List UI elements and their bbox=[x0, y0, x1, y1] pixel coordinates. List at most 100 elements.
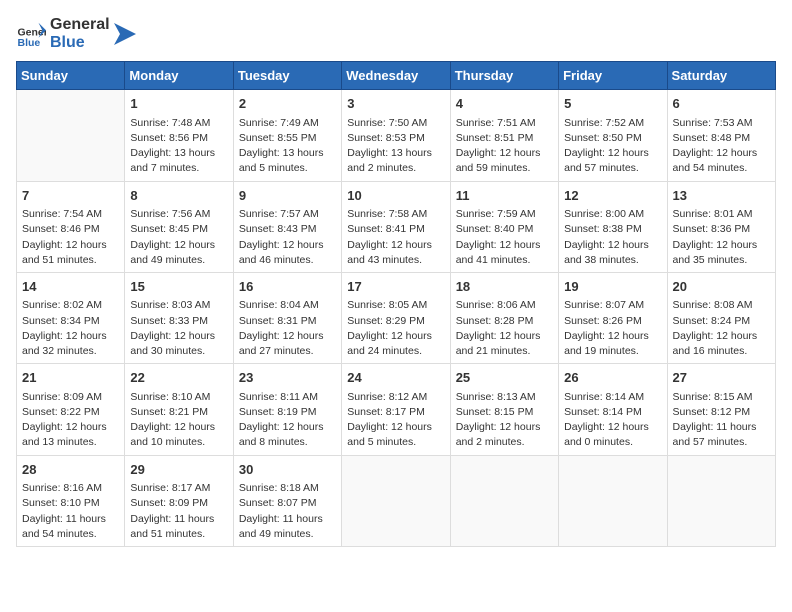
weekday-header: Thursday bbox=[450, 62, 558, 90]
weekday-header: Friday bbox=[559, 62, 667, 90]
cell-sun-info: Sunrise: 7:59 AMSunset: 8:40 PMDaylight:… bbox=[456, 207, 553, 268]
day-number: 29 bbox=[130, 460, 227, 480]
calendar-cell: 10Sunrise: 7:58 AMSunset: 8:41 PMDayligh… bbox=[342, 181, 450, 272]
day-number: 13 bbox=[673, 186, 770, 206]
day-number: 5 bbox=[564, 94, 661, 114]
day-number: 7 bbox=[22, 186, 119, 206]
day-number: 10 bbox=[347, 186, 444, 206]
day-number: 18 bbox=[456, 277, 553, 297]
day-number: 25 bbox=[456, 368, 553, 388]
day-number: 14 bbox=[22, 277, 119, 297]
calendar-cell: 16Sunrise: 8:04 AMSunset: 8:31 PMDayligh… bbox=[233, 272, 341, 363]
weekday-header-row: SundayMondayTuesdayWednesdayThursdayFrid… bbox=[17, 62, 776, 90]
calendar-cell bbox=[559, 455, 667, 546]
cell-sun-info: Sunrise: 8:03 AMSunset: 8:33 PMDaylight:… bbox=[130, 298, 227, 359]
day-number: 16 bbox=[239, 277, 336, 297]
day-number: 2 bbox=[239, 94, 336, 114]
calendar-cell: 2Sunrise: 7:49 AMSunset: 8:55 PMDaylight… bbox=[233, 90, 341, 181]
cell-sun-info: Sunrise: 8:18 AMSunset: 8:07 PMDaylight:… bbox=[239, 481, 336, 542]
calendar-cell: 25Sunrise: 8:13 AMSunset: 8:15 PMDayligh… bbox=[450, 364, 558, 455]
calendar-cell: 9Sunrise: 7:57 AMSunset: 8:43 PMDaylight… bbox=[233, 181, 341, 272]
day-number: 20 bbox=[673, 277, 770, 297]
day-number: 8 bbox=[130, 186, 227, 206]
calendar-cell: 7Sunrise: 7:54 AMSunset: 8:46 PMDaylight… bbox=[17, 181, 125, 272]
logo-general-text: General bbox=[50, 16, 110, 34]
cell-sun-info: Sunrise: 8:04 AMSunset: 8:31 PMDaylight:… bbox=[239, 298, 336, 359]
calendar-week-row: 1Sunrise: 7:48 AMSunset: 8:56 PMDaylight… bbox=[17, 90, 776, 181]
calendar-cell: 13Sunrise: 8:01 AMSunset: 8:36 PMDayligh… bbox=[667, 181, 775, 272]
logo-arrow-icon bbox=[114, 23, 136, 45]
page-header: General Blue General Blue bbox=[16, 16, 776, 51]
weekday-header: Tuesday bbox=[233, 62, 341, 90]
calendar-cell: 6Sunrise: 7:53 AMSunset: 8:48 PMDaylight… bbox=[667, 90, 775, 181]
calendar-cell: 12Sunrise: 8:00 AMSunset: 8:38 PMDayligh… bbox=[559, 181, 667, 272]
calendar-cell: 26Sunrise: 8:14 AMSunset: 8:14 PMDayligh… bbox=[559, 364, 667, 455]
calendar-cell: 28Sunrise: 8:16 AMSunset: 8:10 PMDayligh… bbox=[17, 455, 125, 546]
day-number: 4 bbox=[456, 94, 553, 114]
cell-sun-info: Sunrise: 7:52 AMSunset: 8:50 PMDaylight:… bbox=[564, 116, 661, 177]
cell-sun-info: Sunrise: 7:49 AMSunset: 8:55 PMDaylight:… bbox=[239, 116, 336, 177]
calendar-cell: 15Sunrise: 8:03 AMSunset: 8:33 PMDayligh… bbox=[125, 272, 233, 363]
weekday-header: Wednesday bbox=[342, 62, 450, 90]
cell-sun-info: Sunrise: 8:09 AMSunset: 8:22 PMDaylight:… bbox=[22, 390, 119, 451]
calendar-cell: 27Sunrise: 8:15 AMSunset: 8:12 PMDayligh… bbox=[667, 364, 775, 455]
day-number: 24 bbox=[347, 368, 444, 388]
calendar-cell: 23Sunrise: 8:11 AMSunset: 8:19 PMDayligh… bbox=[233, 364, 341, 455]
day-number: 12 bbox=[564, 186, 661, 206]
cell-sun-info: Sunrise: 8:08 AMSunset: 8:24 PMDaylight:… bbox=[673, 298, 770, 359]
calendar-cell: 24Sunrise: 8:12 AMSunset: 8:17 PMDayligh… bbox=[342, 364, 450, 455]
day-number: 19 bbox=[564, 277, 661, 297]
calendar-cell: 11Sunrise: 7:59 AMSunset: 8:40 PMDayligh… bbox=[450, 181, 558, 272]
cell-sun-info: Sunrise: 8:06 AMSunset: 8:28 PMDaylight:… bbox=[456, 298, 553, 359]
calendar-table: SundayMondayTuesdayWednesdayThursdayFrid… bbox=[16, 61, 776, 547]
cell-sun-info: Sunrise: 7:51 AMSunset: 8:51 PMDaylight:… bbox=[456, 116, 553, 177]
day-number: 17 bbox=[347, 277, 444, 297]
cell-sun-info: Sunrise: 8:00 AMSunset: 8:38 PMDaylight:… bbox=[564, 207, 661, 268]
svg-text:Blue: Blue bbox=[18, 37, 41, 49]
day-number: 21 bbox=[22, 368, 119, 388]
calendar-cell: 20Sunrise: 8:08 AMSunset: 8:24 PMDayligh… bbox=[667, 272, 775, 363]
weekday-header: Monday bbox=[125, 62, 233, 90]
calendar-cell: 1Sunrise: 7:48 AMSunset: 8:56 PMDaylight… bbox=[125, 90, 233, 181]
day-number: 30 bbox=[239, 460, 336, 480]
day-number: 15 bbox=[130, 277, 227, 297]
calendar-cell: 4Sunrise: 7:51 AMSunset: 8:51 PMDaylight… bbox=[450, 90, 558, 181]
calendar-cell: 5Sunrise: 7:52 AMSunset: 8:50 PMDaylight… bbox=[559, 90, 667, 181]
cell-sun-info: Sunrise: 8:16 AMSunset: 8:10 PMDaylight:… bbox=[22, 481, 119, 542]
calendar-cell: 18Sunrise: 8:06 AMSunset: 8:28 PMDayligh… bbox=[450, 272, 558, 363]
cell-sun-info: Sunrise: 8:17 AMSunset: 8:09 PMDaylight:… bbox=[130, 481, 227, 542]
cell-sun-info: Sunrise: 7:56 AMSunset: 8:45 PMDaylight:… bbox=[130, 207, 227, 268]
cell-sun-info: Sunrise: 8:11 AMSunset: 8:19 PMDaylight:… bbox=[239, 390, 336, 451]
calendar-cell bbox=[17, 90, 125, 181]
day-number: 22 bbox=[130, 368, 227, 388]
cell-sun-info: Sunrise: 7:54 AMSunset: 8:46 PMDaylight:… bbox=[22, 207, 119, 268]
calendar-cell: 14Sunrise: 8:02 AMSunset: 8:34 PMDayligh… bbox=[17, 272, 125, 363]
cell-sun-info: Sunrise: 7:58 AMSunset: 8:41 PMDaylight:… bbox=[347, 207, 444, 268]
calendar-week-row: 14Sunrise: 8:02 AMSunset: 8:34 PMDayligh… bbox=[17, 272, 776, 363]
cell-sun-info: Sunrise: 8:12 AMSunset: 8:17 PMDaylight:… bbox=[347, 390, 444, 451]
calendar-cell bbox=[342, 455, 450, 546]
cell-sun-info: Sunrise: 7:57 AMSunset: 8:43 PMDaylight:… bbox=[239, 207, 336, 268]
calendar-cell: 19Sunrise: 8:07 AMSunset: 8:26 PMDayligh… bbox=[559, 272, 667, 363]
cell-sun-info: Sunrise: 8:13 AMSunset: 8:15 PMDaylight:… bbox=[456, 390, 553, 451]
weekday-header: Saturday bbox=[667, 62, 775, 90]
day-number: 28 bbox=[22, 460, 119, 480]
calendar-cell: 8Sunrise: 7:56 AMSunset: 8:45 PMDaylight… bbox=[125, 181, 233, 272]
day-number: 1 bbox=[130, 94, 227, 114]
cell-sun-info: Sunrise: 7:53 AMSunset: 8:48 PMDaylight:… bbox=[673, 116, 770, 177]
day-number: 27 bbox=[673, 368, 770, 388]
weekday-header: Sunday bbox=[17, 62, 125, 90]
day-number: 9 bbox=[239, 186, 336, 206]
cell-sun-info: Sunrise: 8:15 AMSunset: 8:12 PMDaylight:… bbox=[673, 390, 770, 451]
logo: General Blue General Blue bbox=[16, 16, 136, 51]
day-number: 11 bbox=[456, 186, 553, 206]
cell-sun-info: Sunrise: 8:02 AMSunset: 8:34 PMDaylight:… bbox=[22, 298, 119, 359]
cell-sun-info: Sunrise: 8:05 AMSunset: 8:29 PMDaylight:… bbox=[347, 298, 444, 359]
cell-sun-info: Sunrise: 7:50 AMSunset: 8:53 PMDaylight:… bbox=[347, 116, 444, 177]
cell-sun-info: Sunrise: 8:07 AMSunset: 8:26 PMDaylight:… bbox=[564, 298, 661, 359]
calendar-cell bbox=[450, 455, 558, 546]
cell-sun-info: Sunrise: 8:14 AMSunset: 8:14 PMDaylight:… bbox=[564, 390, 661, 451]
day-number: 26 bbox=[564, 368, 661, 388]
calendar-cell: 30Sunrise: 8:18 AMSunset: 8:07 PMDayligh… bbox=[233, 455, 341, 546]
calendar-cell: 21Sunrise: 8:09 AMSunset: 8:22 PMDayligh… bbox=[17, 364, 125, 455]
